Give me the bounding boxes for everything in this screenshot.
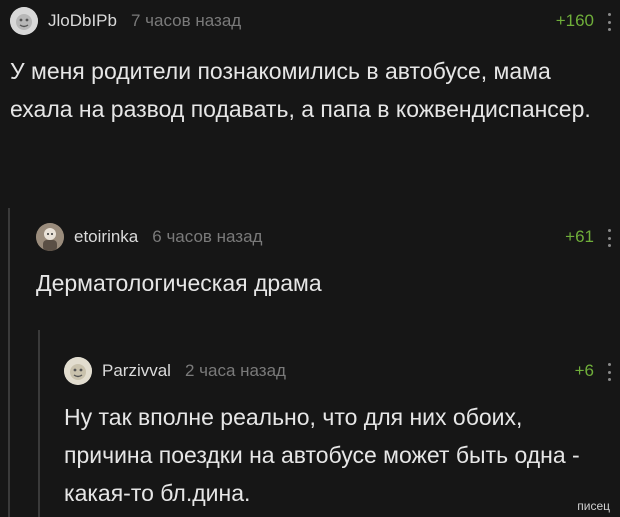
comment-text: Ну так вполне реально, что для них обоих… <box>64 404 580 506</box>
timestamp[interactable]: 2 часа назад <box>185 361 286 381</box>
default-avatar-icon <box>64 357 92 385</box>
avatar[interactable] <box>64 357 92 385</box>
rating: +6 <box>574 361 594 380</box>
watermark: писец <box>577 499 610 513</box>
author-name[interactable]: Parzivval <box>102 361 171 381</box>
comment-header: Parzivval 2 часа назад <box>64 356 286 386</box>
more-vertical-icon[interactable] <box>608 363 612 381</box>
comment-3: Parzivval 2 часа назад +6 Ну так вполне … <box>0 0 620 517</box>
